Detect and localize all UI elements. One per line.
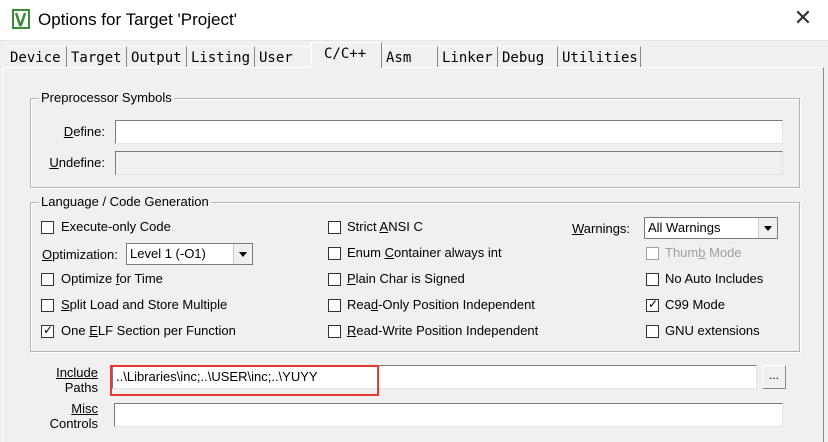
one-elf-label: One ELF Section per Function (61, 323, 236, 338)
optimize-time-checkbox[interactable] (41, 273, 54, 286)
language-legend: Language / Code Generation (39, 194, 211, 209)
plain-char-label: Plain Char is Signed (347, 271, 465, 286)
c99-mode-checkbox[interactable]: ✓ (646, 297, 659, 312)
no-auto-includes-label: No Auto Includes (665, 271, 764, 286)
misc-controls-label: Misc Controls (49, 401, 98, 431)
ro-pi-label: Read-Only Position Independent (347, 297, 535, 312)
warnings-select[interactable]: All Warnings (644, 217, 778, 239)
thumb-mode-label: Thumb Mode (665, 245, 742, 260)
tab-debug[interactable]: Debug (498, 46, 558, 68)
c99-mode-label: C99 Mode (665, 297, 725, 312)
plain-char-checkbox[interactable] (328, 273, 341, 286)
preprocessor-legend: Preprocessor Symbols (39, 90, 174, 105)
define-label: Define: (63, 124, 105, 139)
tab-listing[interactable]: Listing (187, 46, 255, 68)
execute-only-label: Execute-only Code (61, 219, 171, 234)
split-load-label: Split Load and Store Multiple (61, 297, 228, 312)
checkmark-icon: ✓ (42, 323, 54, 337)
optimization-value: Level 1 (-O1) (130, 246, 206, 261)
enum-container-checkbox[interactable] (328, 247, 341, 260)
tab-c-cpp[interactable]: C/C++ (311, 42, 382, 68)
title-bar: Options for Target 'Project' ✕ (0, 0, 828, 41)
optimize-time-label: Optimize for Time (61, 271, 163, 286)
ro-pi-checkbox[interactable] (328, 299, 341, 312)
rw-pi-checkbox[interactable] (328, 325, 341, 338)
no-auto-includes-checkbox[interactable] (646, 273, 659, 286)
include-paths-label: Include Paths (56, 365, 98, 395)
chevron-down-icon[interactable] (233, 244, 252, 264)
undefine-label: Undefine: (49, 155, 105, 170)
include-paths-field[interactable]: ..\Libraries\inc;..\USER\inc;..\YUYY (112, 365, 757, 389)
rw-pi-label: Read-Write Position Independent (347, 323, 539, 338)
enum-container-label: Enum Container always int (347, 245, 502, 260)
tab-linker[interactable]: Linker (438, 46, 498, 68)
tab-output[interactable]: Output (127, 46, 187, 68)
chevron-down-icon[interactable] (758, 218, 777, 238)
window-title: Options for Target 'Project' (38, 10, 237, 29)
define-field[interactable] (115, 120, 783, 144)
undefine-field (115, 151, 783, 175)
warnings-value: All Warnings (648, 220, 721, 235)
strict-ansi-label: Strict ANSI C (347, 219, 423, 234)
optimization-label: Optimization: (42, 247, 118, 262)
gnu-extensions-checkbox[interactable] (646, 325, 659, 338)
split-load-checkbox[interactable] (41, 299, 54, 312)
execute-only-checkbox[interactable] (41, 221, 54, 234)
misc-controls-field[interactable] (114, 403, 783, 427)
checkmark-icon: ✓ (647, 297, 659, 311)
optimization-select[interactable]: Level 1 (-O1) (126, 243, 253, 265)
strict-ansi-checkbox[interactable] (328, 221, 341, 234)
tab-asm[interactable]: Asm (382, 46, 438, 68)
close-icon[interactable]: ✕ (792, 7, 814, 30)
warnings-label: Warnings: (572, 221, 631, 236)
thumb-mode-checkbox (646, 247, 659, 260)
tab-device[interactable]: Device (6, 46, 67, 68)
tab-user[interactable]: User (255, 46, 313, 68)
gnu-extensions-label: GNU extensions (665, 323, 760, 338)
tab-target[interactable]: Target (67, 46, 127, 68)
tab-utilities[interactable]: Utilities (558, 46, 641, 68)
app-icon (12, 9, 30, 29)
one-elf-checkbox[interactable]: ✓ (41, 323, 54, 338)
browse-button[interactable]: ... (762, 365, 786, 389)
